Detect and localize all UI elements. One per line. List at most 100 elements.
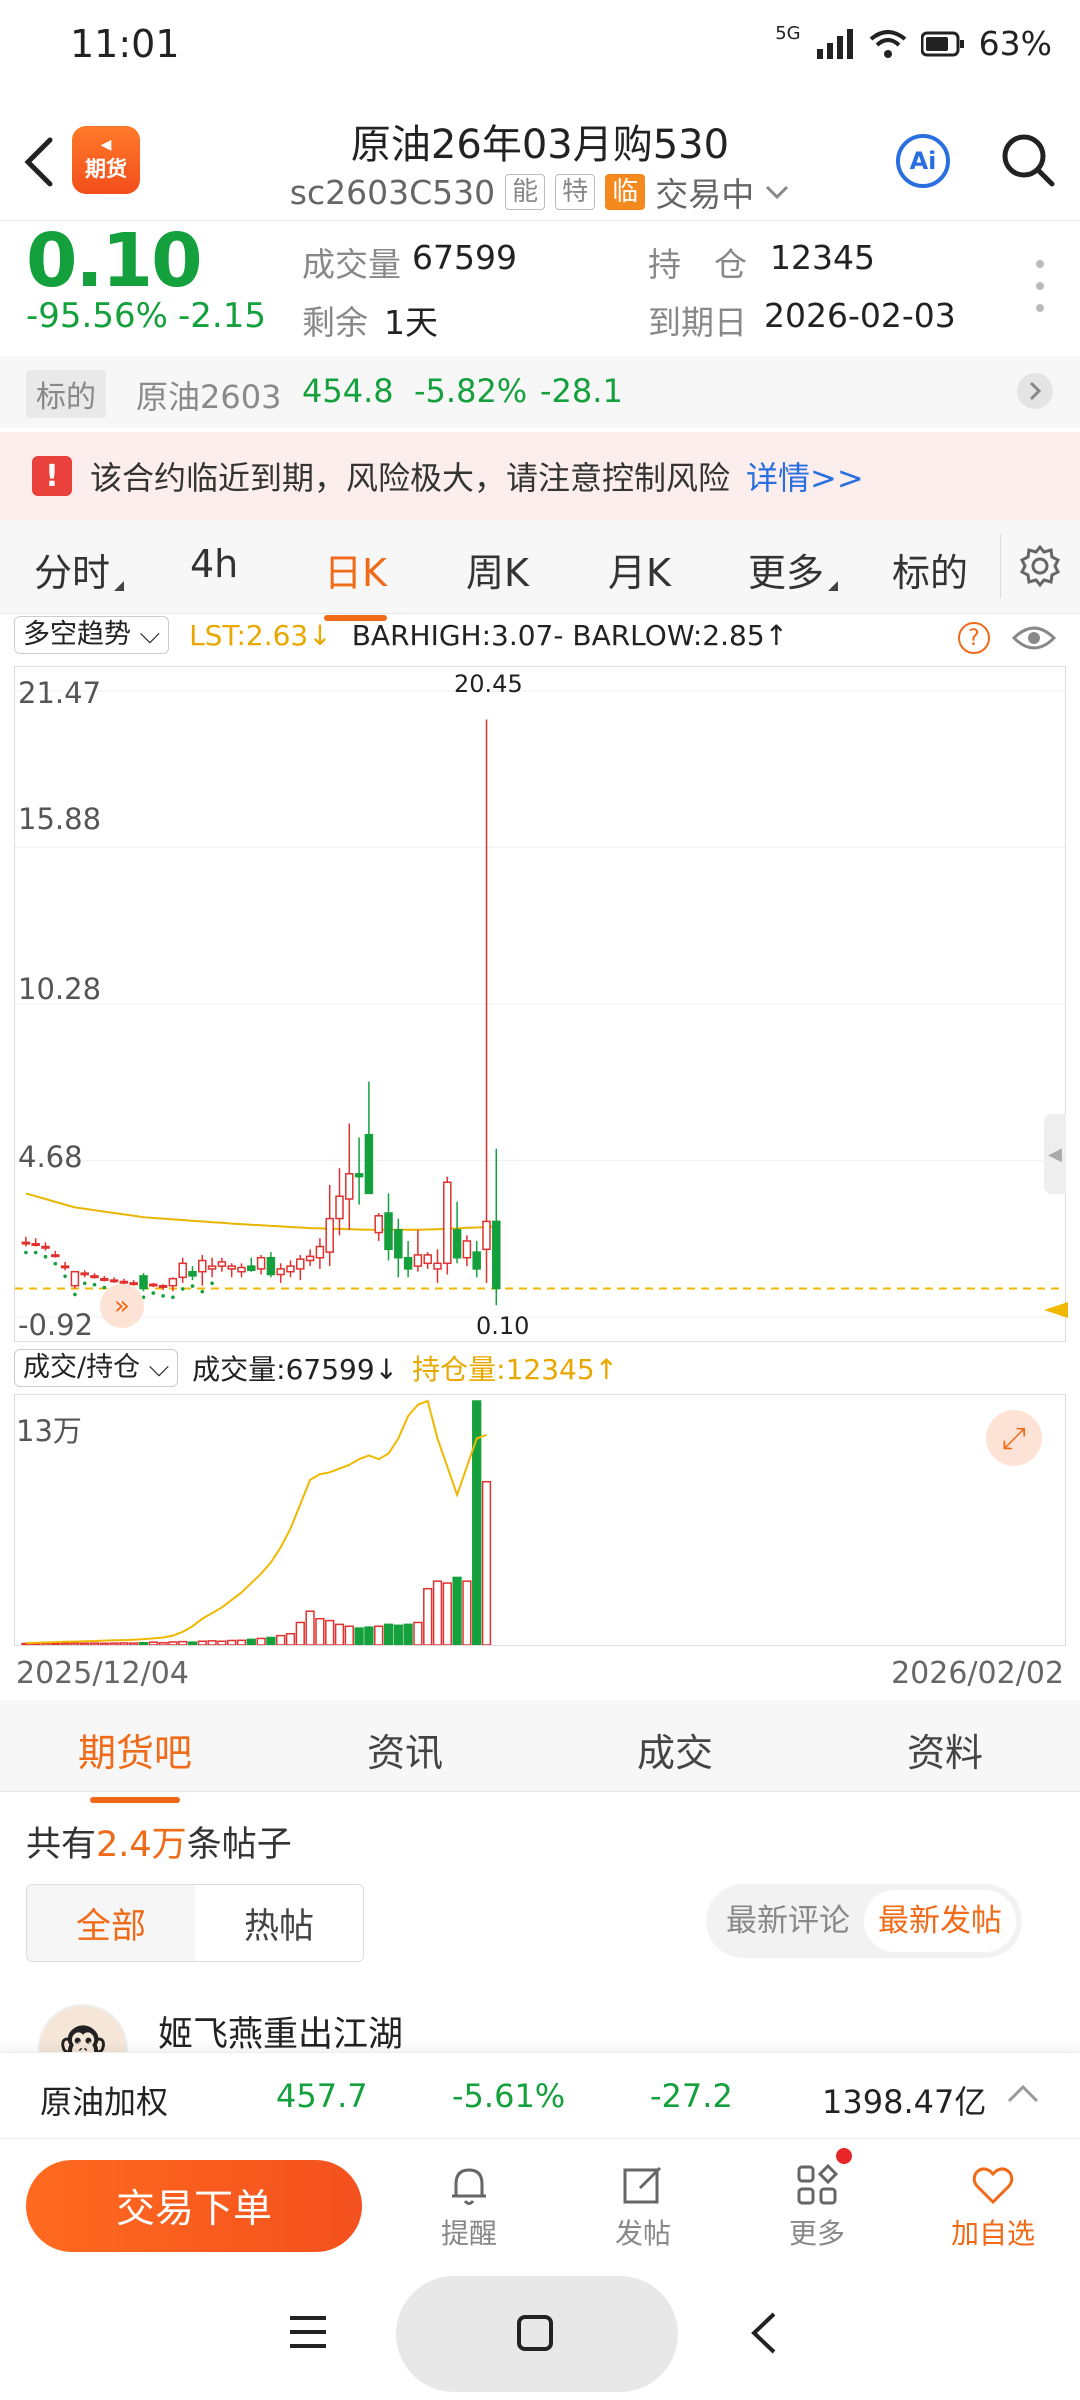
- more-button[interactable]: 更多: [762, 2162, 872, 2252]
- candle-up: [237, 1266, 246, 1273]
- settings-gear-icon[interactable]: [1018, 544, 1062, 588]
- fullscreen-icon[interactable]: ⤢: [986, 1410, 1042, 1466]
- volume-bar: [187, 1641, 198, 1646]
- tab-news[interactable]: 资讯: [330, 1722, 480, 1777]
- warning-icon: !: [32, 456, 72, 496]
- candle-up: [315, 1245, 325, 1259]
- candle-up: [286, 1265, 295, 1273]
- indicator-selector[interactable]: 多空趋势 ⌵: [14, 616, 170, 654]
- post-button[interactable]: 发帖: [588, 2162, 698, 2252]
- volume-bar: [285, 1632, 296, 1646]
- filter-all-button[interactable]: 全部: [27, 1885, 195, 1961]
- network-label: 5G: [775, 23, 801, 44]
- volume-chart-frame[interactable]: [14, 1394, 1066, 1646]
- price-axis-label: 21.47: [18, 676, 102, 710]
- tag-expiring: 临: [605, 174, 646, 210]
- index-ticker[interactable]: 原油加权 457.7 -5.61% -27.2 1398.47亿: [0, 2052, 1080, 2138]
- candle-up: [296, 1258, 305, 1270]
- battery-icon: [920, 31, 964, 56]
- chevron-up-icon[interactable]: [1006, 2083, 1040, 2105]
- tab-more[interactable]: 更多: [748, 542, 839, 597]
- volume-chart[interactable]: [15, 1395, 1065, 1646]
- candle-up: [256, 1256, 266, 1270]
- tab-info[interactable]: 资料: [870, 1722, 1020, 1777]
- remaining-label: 剩余: [302, 303, 368, 342]
- volume-bar: [354, 1627, 364, 1646]
- menu-icon[interactable]: [288, 2314, 328, 2350]
- post-author[interactable]: 姬飞燕重出江湖: [158, 2006, 403, 2057]
- date-end: 2026/02/02: [891, 1656, 1064, 1691]
- sort-latest-post[interactable]: 最新发帖: [864, 1890, 1016, 1952]
- sort-latest-comment[interactable]: 最新评论: [712, 1890, 864, 1952]
- more-vertical-icon[interactable]: [1034, 258, 1046, 314]
- underlying-tag: 标的: [26, 370, 106, 418]
- tab-forum[interactable]: 期货吧: [60, 1722, 210, 1803]
- volume-bar: [276, 1634, 286, 1646]
- remind-button[interactable]: 提醒: [414, 2162, 524, 2252]
- kline-chart[interactable]: [15, 667, 1065, 1341]
- warning-details-link[interactable]: 详情>>: [746, 453, 864, 499]
- scroll-back-icon[interactable]: »: [100, 1284, 144, 1328]
- chevron-right-icon[interactable]: [1016, 372, 1054, 410]
- help-icon[interactable]: ?: [958, 622, 990, 654]
- eye-icon[interactable]: [1012, 622, 1056, 654]
- search-icon[interactable]: [998, 130, 1058, 190]
- chevron-down-icon[interactable]: [764, 183, 790, 201]
- tab-daily-k[interactable]: 日K: [324, 542, 387, 621]
- kline-chart-frame[interactable]: [14, 666, 1066, 1342]
- volume-bar: [129, 1642, 139, 1646]
- back-nav-icon[interactable]: [748, 2310, 778, 2356]
- volume-bar: [413, 1621, 423, 1646]
- volume-bar: [432, 1580, 443, 1646]
- ai-assistant-icon[interactable]: Ai: [896, 134, 950, 188]
- candle-up: [129, 1282, 138, 1286]
- tab-4h[interactable]: 4h: [190, 542, 238, 586]
- volume-bar: [305, 1610, 315, 1646]
- candle-down: [452, 1229, 462, 1259]
- underlying-row[interactable]: 标的 原油2603 454.8 -5.82% -28.1: [0, 356, 1080, 428]
- candle-up: [305, 1255, 315, 1262]
- trend-marker: [190, 1284, 195, 1288]
- change-percent: -95.56%: [26, 296, 168, 336]
- avatar[interactable]: 🐵: [38, 2004, 128, 2052]
- volume-bar: [50, 1642, 60, 1646]
- price-axis-label: -0.92: [18, 1308, 94, 1342]
- tab-underlying[interactable]: 标的: [892, 542, 968, 597]
- volume-bar: [315, 1617, 325, 1646]
- trend-marker: [33, 1250, 38, 1255]
- volume-bar: [99, 1642, 109, 1646]
- volume-label: 成交量: [302, 245, 401, 284]
- underlying-change-pct: -5.82%: [414, 372, 528, 410]
- candle-up: [423, 1254, 432, 1265]
- underlying-name: 原油2603: [136, 378, 282, 416]
- trade-status[interactable]: 交易中: [655, 168, 754, 216]
- trend-marker: [53, 1261, 58, 1266]
- trend-marker: [24, 1250, 28, 1255]
- trend-marker: [92, 1282, 97, 1287]
- volume-bar: [334, 1623, 345, 1646]
- volume-panel-selector[interactable]: 成交/持仓 ⌵: [14, 1349, 179, 1387]
- tab-monthly-k[interactable]: 月K: [608, 542, 671, 597]
- add-watchlist-button[interactable]: 加自选: [938, 2162, 1048, 2252]
- expand-handle-icon[interactable]: ◀: [1044, 1114, 1066, 1194]
- candle-down: [403, 1256, 413, 1270]
- volume-value: 67599: [412, 238, 517, 277]
- tab-weekly-k[interactable]: 周K: [466, 542, 529, 597]
- ticker-change-pct: -5.61%: [452, 2077, 566, 2115]
- expiry-label: 到期日: [648, 303, 747, 342]
- candle-up: [80, 1272, 89, 1276]
- tab-trades[interactable]: 成交: [600, 1722, 750, 1777]
- price-axis-label: 4.68: [18, 1140, 83, 1174]
- tab-intraday[interactable]: 分时: [34, 542, 125, 597]
- candle-up: [41, 1245, 50, 1249]
- candle-down: [188, 1270, 197, 1277]
- trade-order-button[interactable]: 交易下单: [26, 2160, 362, 2252]
- indicator-lst: LST:2.63↓: [189, 618, 332, 652]
- ticker-amount: 1398.47亿: [822, 2083, 987, 2121]
- filter-hot-button[interactable]: 热帖: [195, 1885, 363, 1961]
- trend-marker: [161, 1294, 165, 1298]
- candle-down: [384, 1212, 393, 1251]
- volume-bar: [364, 1626, 374, 1646]
- home-square-icon[interactable]: [516, 2314, 554, 2352]
- volume-bar: [374, 1625, 384, 1646]
